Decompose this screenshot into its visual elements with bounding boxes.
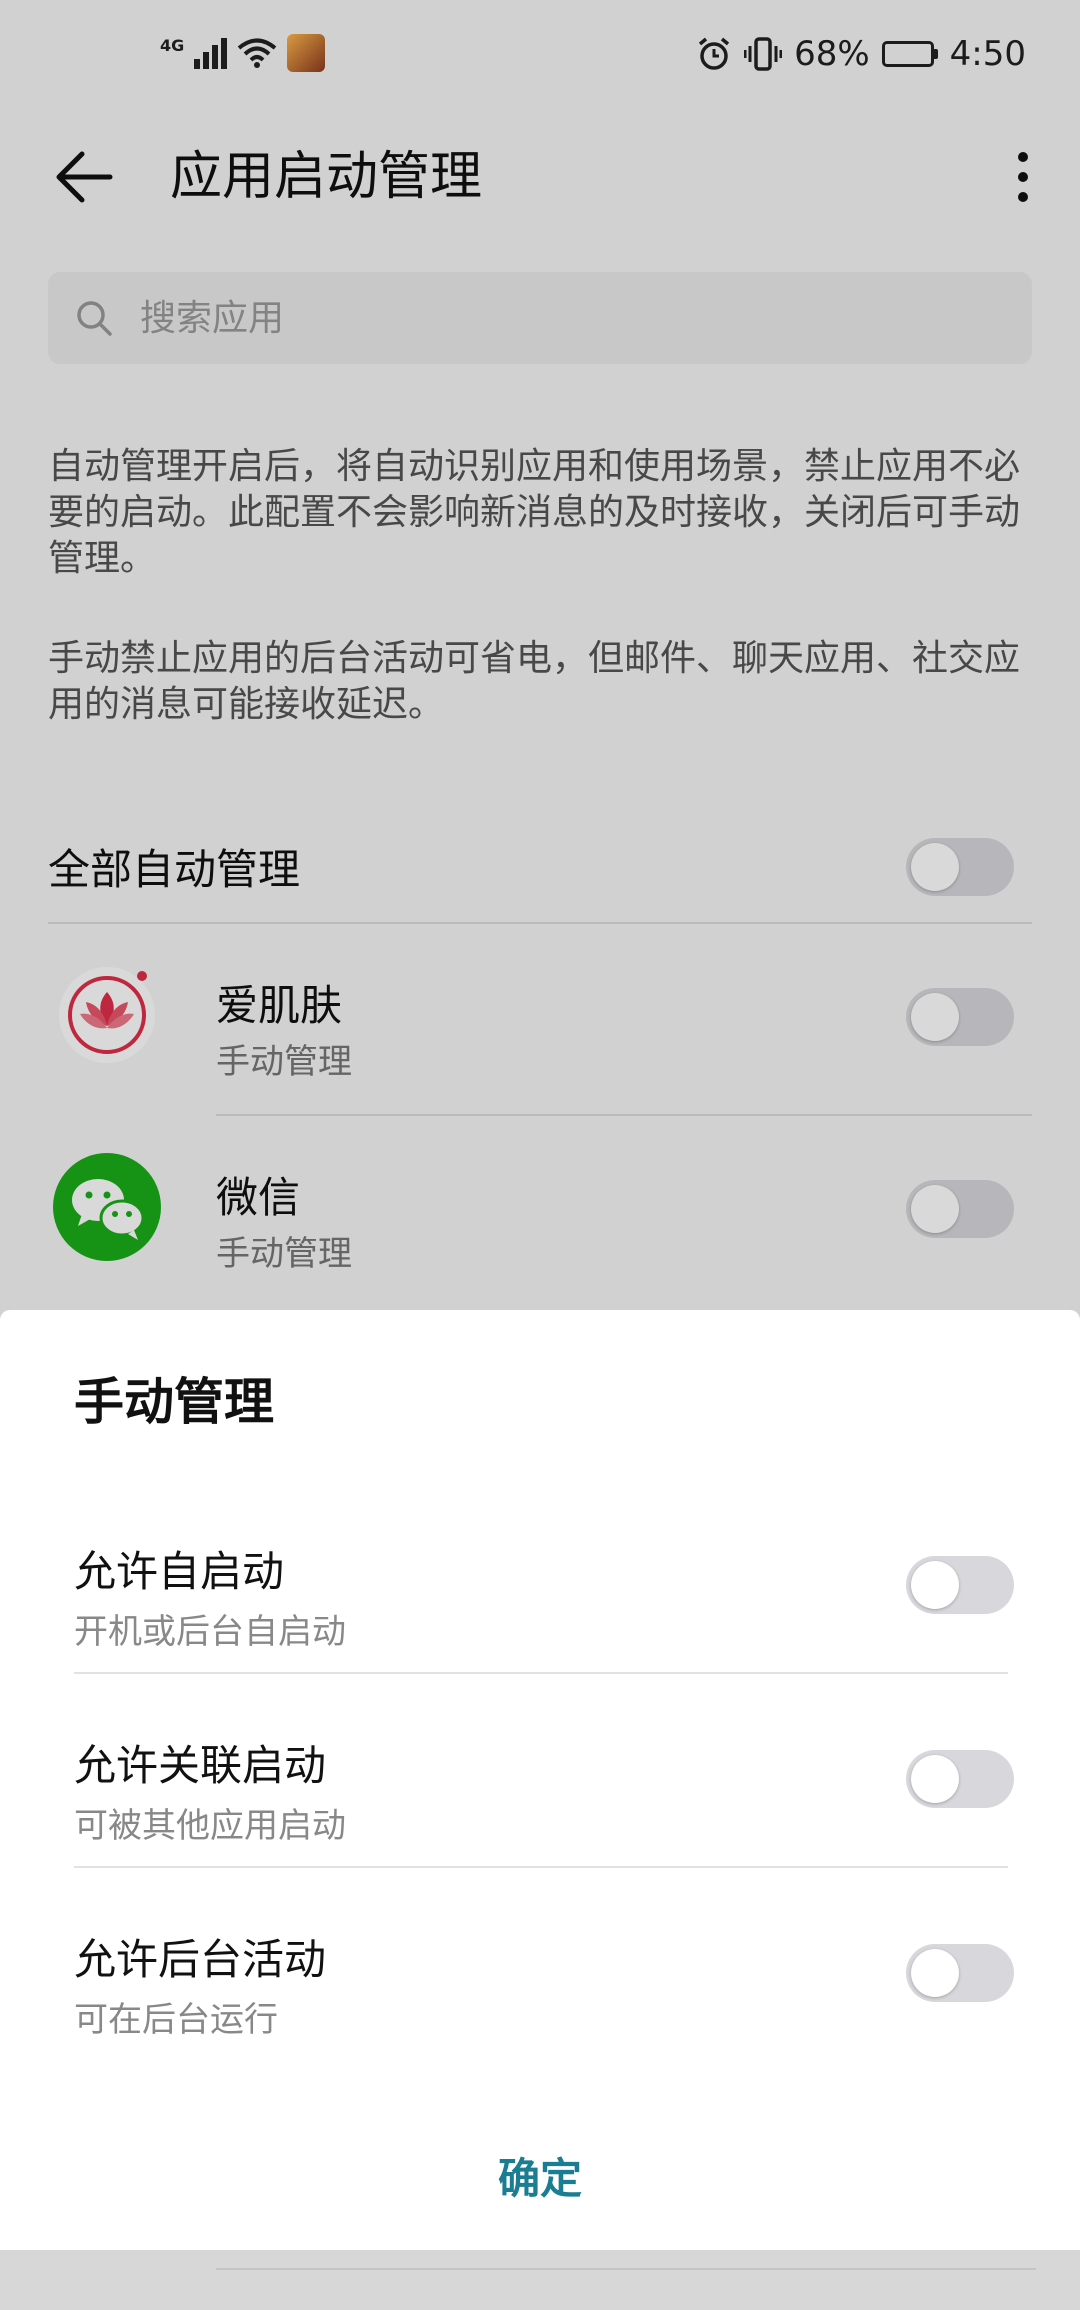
- divider: [74, 1672, 1008, 1674]
- option-label: 允许后台活动: [74, 1935, 327, 1984]
- option-label: 允许自启动: [74, 1547, 285, 1596]
- allow-associated-start-toggle[interactable]: [906, 1750, 1014, 1808]
- manual-management-sheet: 手动管理 允许自启动 开机或后台自启动 允许关联启动 可被其他应用启动 允许后台…: [0, 1310, 1080, 2250]
- option-description: 开机或后台自启动: [74, 1612, 346, 1652]
- option-allow-background-activity[interactable]: 允许后台活动 可在后台运行: [0, 1898, 1080, 2090]
- confirm-button[interactable]: 确定: [390, 2130, 690, 2220]
- divider: [74, 1866, 1008, 1868]
- underlying-list-peek: [0, 2250, 1080, 2310]
- sheet-title: 手动管理: [74, 1373, 274, 1431]
- option-label: 允许关联启动: [74, 1741, 327, 1790]
- app-launch-management-screen: 4G 68% 4:50 应用启动管理 搜索应用 自动管理开启后，将自动识别应用和…: [0, 0, 1080, 2310]
- option-description: 可在后台运行: [74, 2000, 278, 2040]
- allow-background-activity-toggle[interactable]: [906, 1944, 1014, 2002]
- allow-auto-start-toggle[interactable]: [906, 1556, 1014, 1614]
- option-description: 可被其他应用启动: [74, 1806, 346, 1846]
